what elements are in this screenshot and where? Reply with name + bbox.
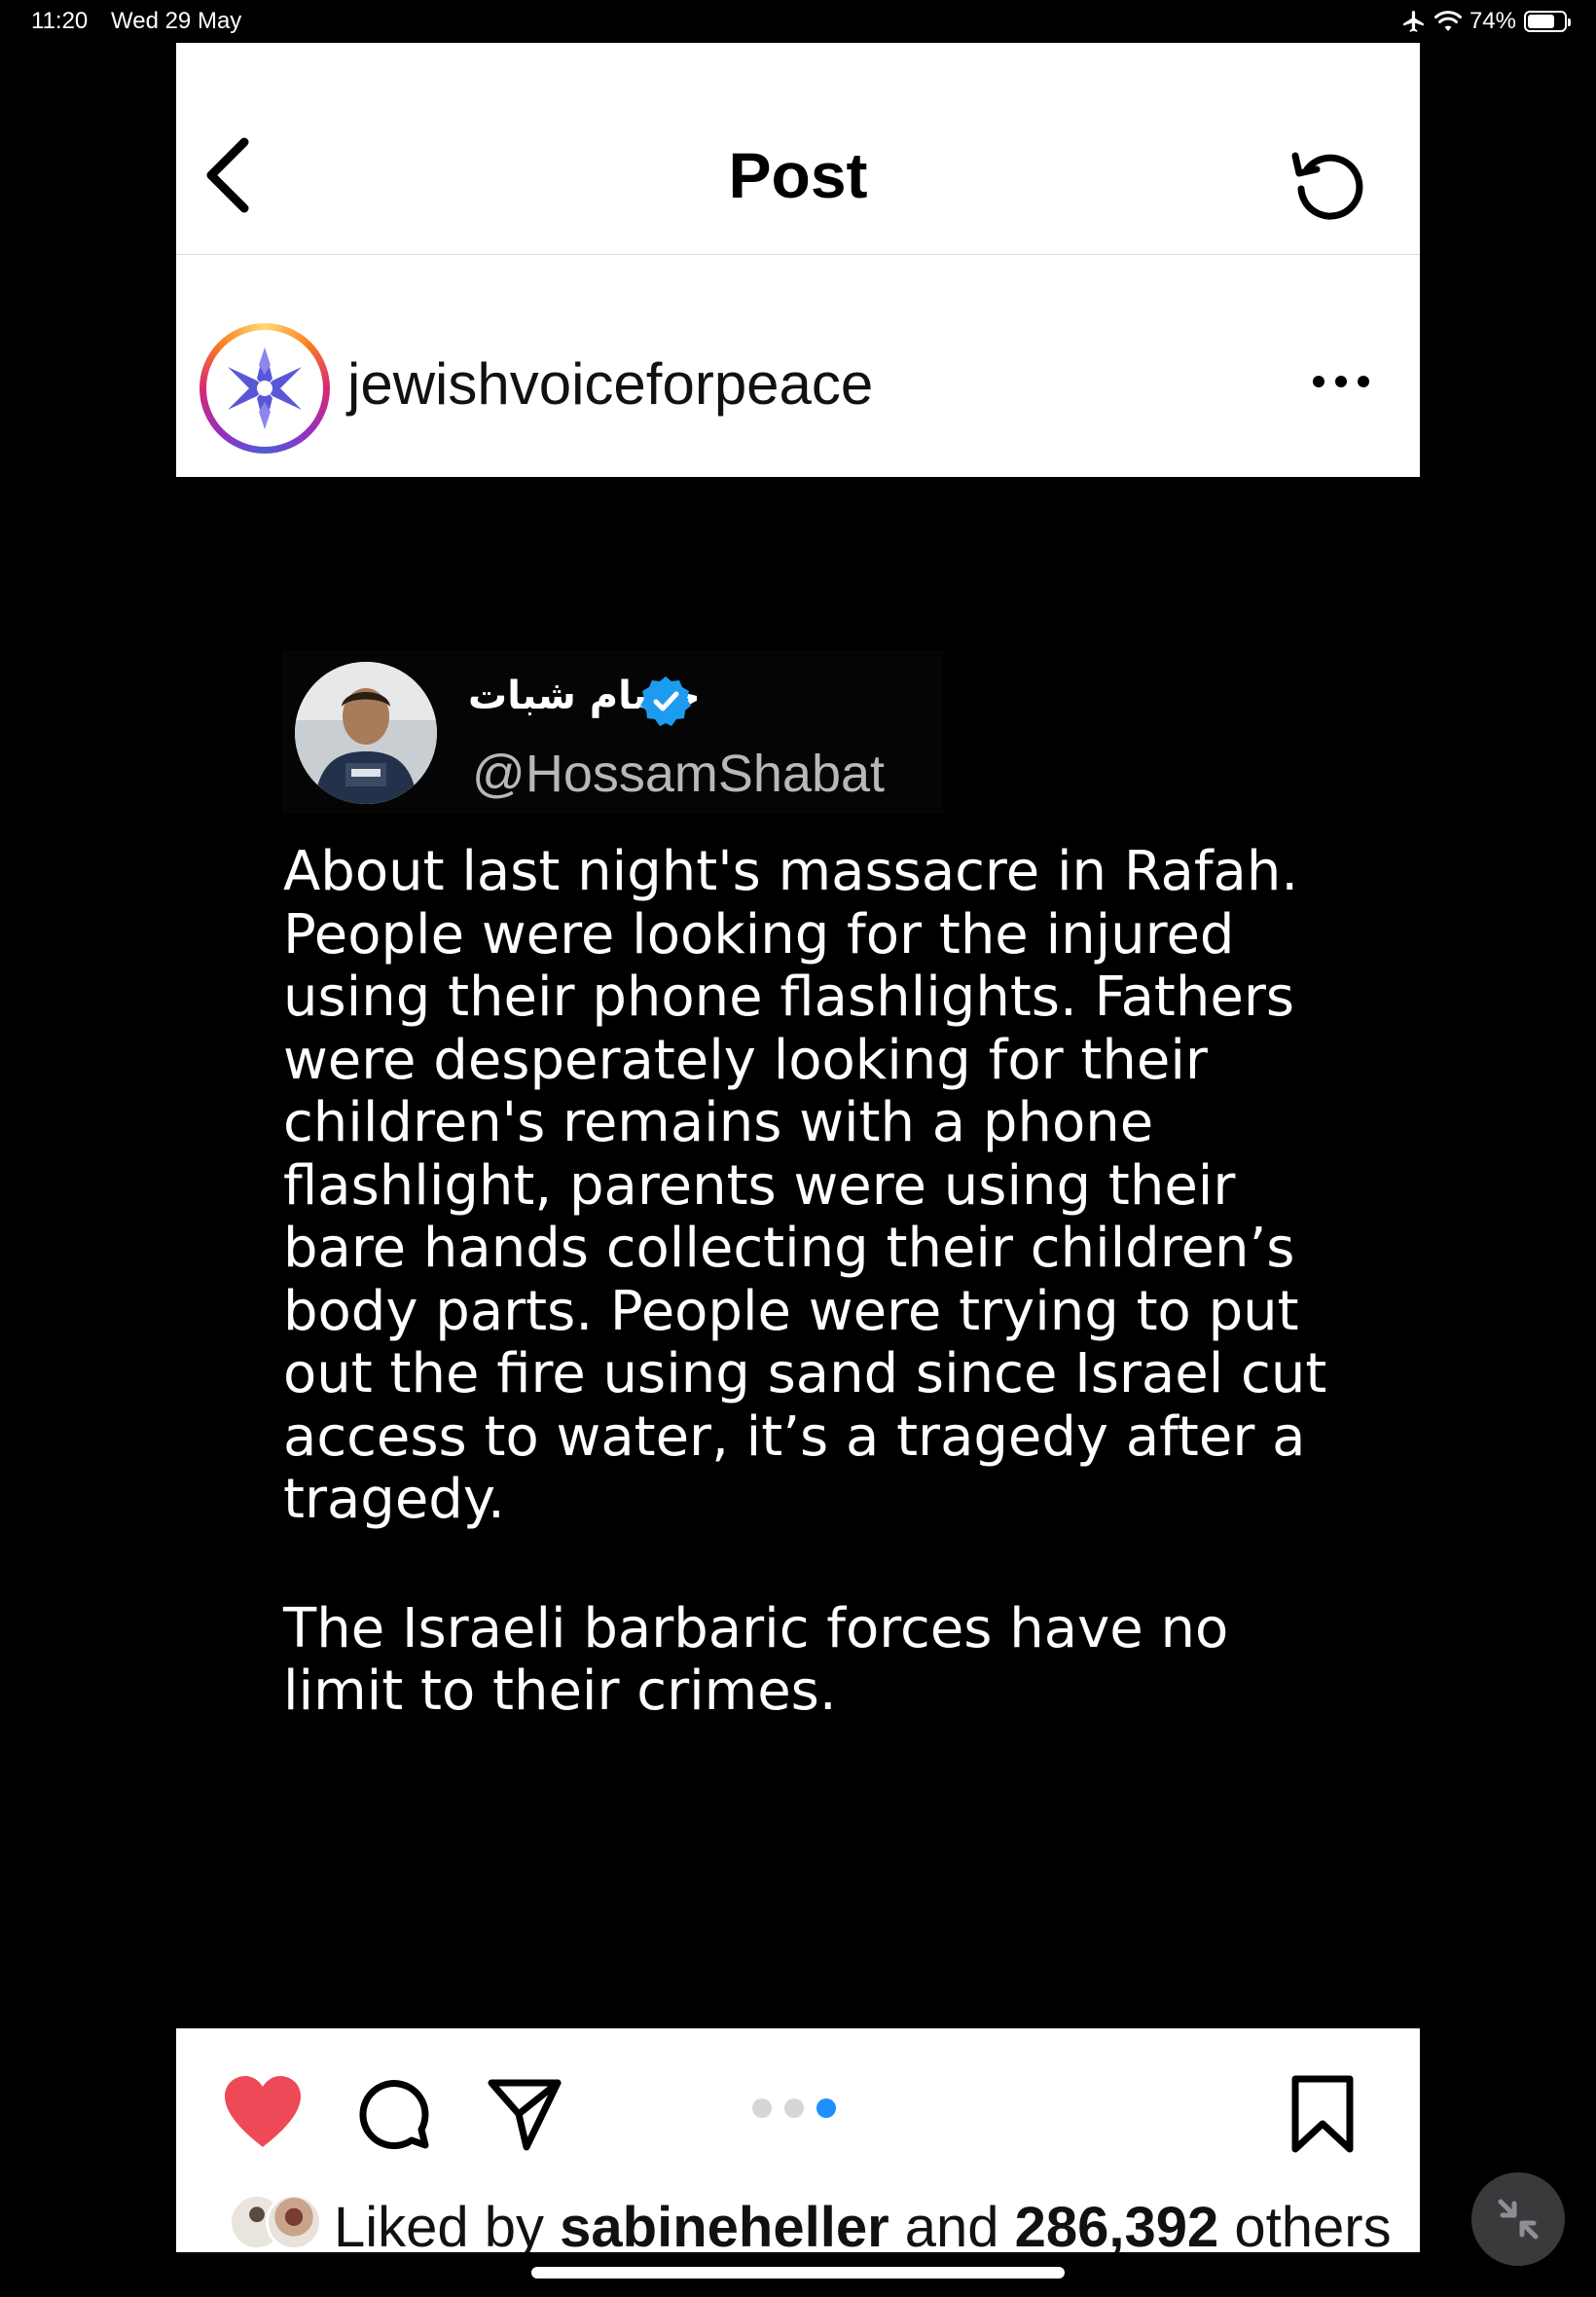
tweet-paragraph-1: About last night's massacre in Rafah. Pe… <box>283 840 1327 1531</box>
wifi-icon <box>1433 11 1462 31</box>
post-panel: Post jewishvoiceforpeace حسام شبات @Hoss… <box>176 43 1420 2252</box>
more-options-button[interactable] <box>1307 362 1375 401</box>
status-indicators: 74% <box>1401 6 1571 37</box>
refresh-button[interactable] <box>1286 140 1371 226</box>
liker-avatar <box>266 2194 322 2250</box>
battery-icon <box>1524 11 1571 32</box>
heart-icon <box>225 2076 301 2147</box>
home-indicator[interactable] <box>531 2267 1065 2279</box>
likes-count[interactable]: 286,392 <box>1015 2196 1219 2252</box>
carousel-indicator <box>752 2098 836 2118</box>
post-header: jewishvoiceforpeace <box>176 255 1420 475</box>
star-logo-icon <box>212 336 317 441</box>
carousel-dot <box>816 2098 836 2118</box>
bookmark-icon <box>1291 2075 1354 2153</box>
status-date: Wed 29 May <box>111 8 242 34</box>
comment-icon <box>359 2080 429 2150</box>
likers-avatars <box>229 2194 334 2252</box>
like-button[interactable] <box>221 2073 305 2151</box>
avatar[interactable] <box>200 323 330 454</box>
likes-summary[interactable]: Liked by sabineheller and 286,392 others <box>229 2194 1392 2252</box>
status-bar: 11:20 Wed 29 May 74% <box>0 0 1596 43</box>
save-button[interactable] <box>1288 2073 1358 2155</box>
post-username[interactable]: jewishvoiceforpeace <box>347 350 873 418</box>
nav-header: Post <box>176 43 1420 255</box>
collapse-arrows-icon <box>1498 2199 1539 2240</box>
carousel-dot <box>752 2098 772 2118</box>
tweet-header: حسام شبات @HossamShabat <box>281 650 943 814</box>
page-title: Post <box>728 139 868 211</box>
more-dots-icon <box>1313 376 1369 387</box>
status-time: 11:20 <box>31 8 89 34</box>
tweet-avatar <box>295 662 437 804</box>
send-icon <box>488 2079 562 2151</box>
liker-username[interactable]: sabineheller <box>560 2196 889 2252</box>
battery-percent: 74% <box>1469 8 1516 34</box>
collapse-button[interactable] <box>1471 2172 1565 2266</box>
tweet-handle: @HossamShabat <box>472 745 886 803</box>
likes-text: Liked by sabineheller and 286,392 others <box>334 2194 1392 2252</box>
comment-button[interactable] <box>355 2075 433 2153</box>
action-bar: Liked by sabineheller and 286,392 others <box>176 2028 1420 2252</box>
battery-level <box>1528 15 1554 28</box>
carousel-dot <box>784 2098 804 2118</box>
refresh-icon <box>1291 152 1363 220</box>
verified-badge-icon <box>640 676 691 726</box>
tweet-text: About last night's massacre in Rafah. Pe… <box>283 840 1344 1724</box>
tweet-paragraph-2: The Israeli barbaric forces have no limi… <box>283 1596 1229 1723</box>
share-button[interactable] <box>486 2075 563 2153</box>
airplane-icon <box>1403 11 1424 32</box>
post-image[interactable]: حسام شبات @HossamShabat About last night… <box>176 477 1420 2028</box>
